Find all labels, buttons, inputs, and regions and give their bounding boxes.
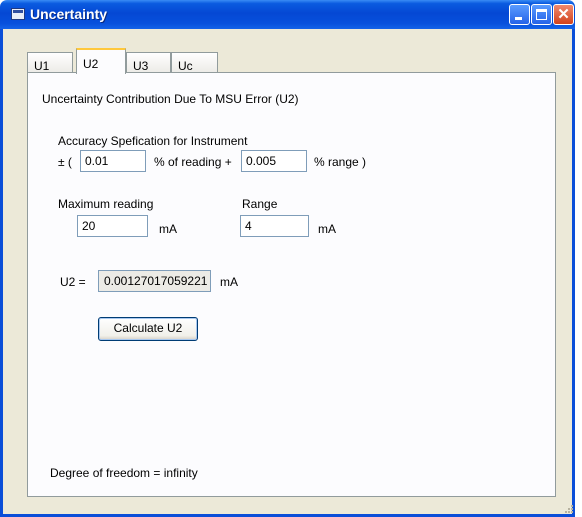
tab-u2[interactable]: U2 xyxy=(76,48,126,74)
tab-u1[interactable]: U1 xyxy=(27,52,73,73)
u2-unit: mA xyxy=(220,275,238,289)
tab-uc[interactable]: Uc xyxy=(171,52,218,73)
maximize-button[interactable] xyxy=(531,4,552,25)
reading-suffix-label: % of reading + xyxy=(154,155,232,169)
reading-percent-input[interactable]: 0.01 xyxy=(80,150,146,172)
minimize-icon xyxy=(515,17,522,20)
maximize-icon xyxy=(536,9,547,20)
panel-heading: Uncertainty Contribution Due To MSU Erro… xyxy=(42,92,299,106)
tab-u3[interactable]: U3 xyxy=(126,52,171,73)
range-label: Range xyxy=(242,197,278,211)
max-reading-label: Maximum reading xyxy=(58,197,154,211)
u2-result-field: 0.00127017059221 xyxy=(98,270,211,292)
title-bar[interactable]: Uncertainty ✕ xyxy=(0,0,575,29)
close-button[interactable]: ✕ xyxy=(553,4,574,25)
accuracy-prefix: ± ( xyxy=(58,155,72,169)
app-icon[interactable] xyxy=(11,8,25,20)
close-icon: ✕ xyxy=(557,6,570,23)
accuracy-label: Accuracy Spefication for Instrument xyxy=(58,134,248,148)
window-title: Uncertainty xyxy=(30,6,108,22)
range-input[interactable]: 4 xyxy=(240,215,309,237)
range-suffix-label: % range ) xyxy=(314,155,367,169)
screen-edge xyxy=(575,0,582,517)
range-unit: mA xyxy=(318,222,336,236)
calculate-u2-button[interactable]: Calculate U2 xyxy=(98,317,198,341)
uncertainty-window: Uncertainty ✕ U1 U2 U3 Uc Uncertainty Co… xyxy=(0,0,582,517)
max-reading-input[interactable]: 20 xyxy=(77,215,148,237)
range-percent-input[interactable]: 0.005 xyxy=(241,150,307,172)
minimize-button[interactable] xyxy=(509,4,530,25)
degree-of-freedom-text: Degree of freedom = infinity xyxy=(50,466,198,480)
max-reading-unit: mA xyxy=(159,222,177,236)
resize-grip[interactable] xyxy=(565,505,573,513)
u2-label: U2 = xyxy=(60,275,86,289)
